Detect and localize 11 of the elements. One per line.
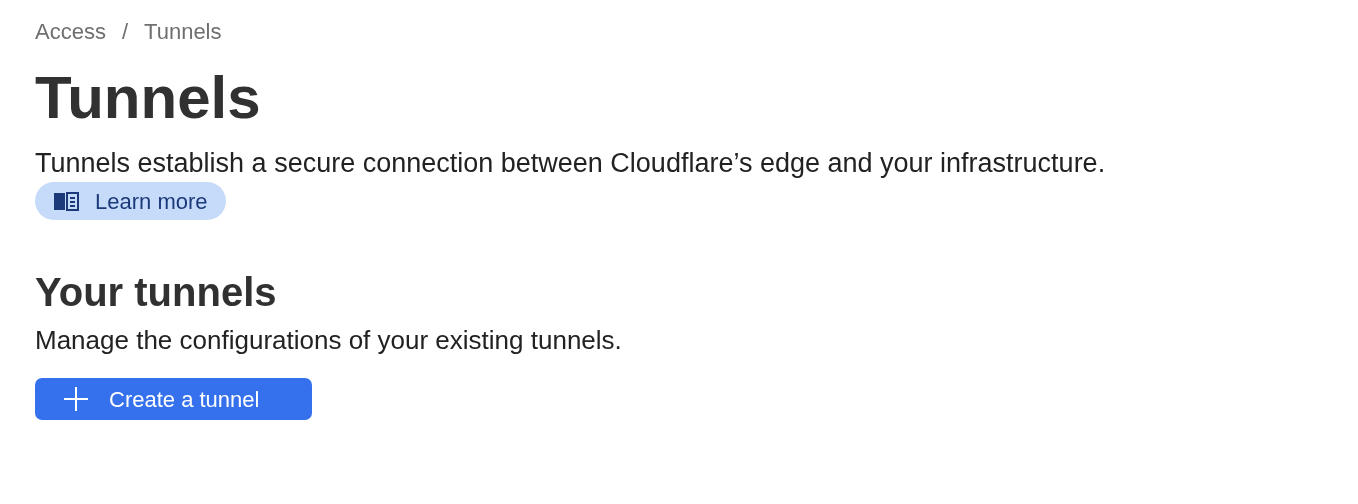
- section-title: Your tunnels: [35, 269, 278, 316]
- learn-more-link[interactable]: Learn more: [35, 182, 226, 220]
- section-description: Manage the configurations of your existing tunnels.: [35, 324, 623, 356]
- plus-icon: [63, 386, 89, 412]
- breadcrumb-separator: /: [121, 17, 129, 46]
- create-tunnel-button[interactable]: Create a tunnel: [35, 378, 312, 420]
- breadcrumb-link[interactable]: Tunnels: [144, 14, 222, 48]
- page-description: Tunnels establish a secure connection between Cloudflare’s edge and your infrastructure.: [35, 147, 1107, 180]
- breadcrumb-link[interactable]: Access: [35, 14, 106, 48]
- page-title: Tunnels: [35, 63, 262, 133]
- book-icon: [53, 191, 79, 211]
